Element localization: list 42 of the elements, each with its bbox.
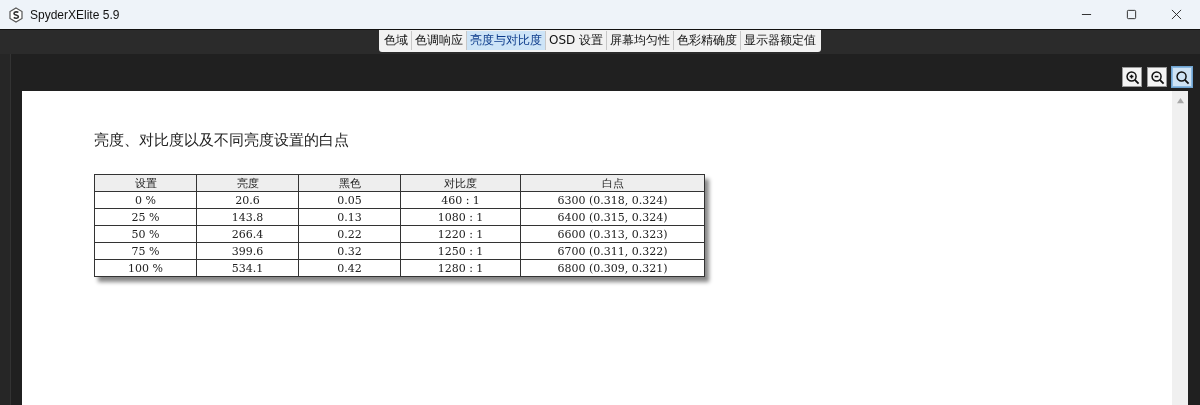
table-cell: 1280 : 1 xyxy=(400,259,521,277)
tab[interactable]: 色彩精确度 xyxy=(674,31,742,50)
column-header: 设置 xyxy=(94,174,197,192)
table-cell: 460 : 1 xyxy=(400,191,521,209)
table-cell: 1080 : 1 xyxy=(400,208,521,226)
zoom-out-icon[interactable] xyxy=(1147,67,1167,87)
table-cell: 6600 (0.313, 0.323) xyxy=(520,225,705,243)
tab[interactable]: 亮度与对比度 xyxy=(466,31,546,50)
table-cell: 143.8 xyxy=(196,208,299,226)
app-logo-icon xyxy=(8,6,24,23)
table-cell: 266.4 xyxy=(196,225,299,243)
table-cell: 1250 : 1 xyxy=(400,242,521,260)
tab[interactable]: 屏幕均匀性 xyxy=(607,31,675,50)
maximize-icon[interactable] xyxy=(1126,9,1137,20)
table-cell: 6400 (0.315, 0.324) xyxy=(520,208,705,226)
table-cell: 6800 (0.309, 0.321) xyxy=(520,259,705,277)
zoom-in-icon[interactable] xyxy=(1122,67,1142,87)
column-header: 白点 xyxy=(520,174,705,192)
column-header: 黑色 xyxy=(298,174,401,192)
table-cell: 0.42 xyxy=(298,259,401,277)
magnifier-icon[interactable] xyxy=(1172,67,1192,87)
table-cell: 6300 (0.318, 0.324) xyxy=(520,191,705,209)
scrollbar[interactable] xyxy=(1172,91,1188,405)
table-cell: 20.6 xyxy=(196,191,299,209)
table-cell: 0.22 xyxy=(298,225,401,243)
table-cell: 399.6 xyxy=(196,242,299,260)
table-cell: 25 % xyxy=(94,208,197,226)
table-cell: 50 % xyxy=(94,225,197,243)
table-cell: 0.13 xyxy=(298,208,401,226)
table-cell: 1220 : 1 xyxy=(400,225,521,243)
table-cell: 0 % xyxy=(94,191,197,209)
column-header: 亮度 xyxy=(196,174,299,192)
column-header: 对比度 xyxy=(400,174,521,192)
window-title: SpyderXElite 5.9 xyxy=(30,7,120,22)
table-cell: 75 % xyxy=(94,242,197,260)
table-cell: 6700 (0.311, 0.322) xyxy=(520,242,705,260)
close-icon[interactable] xyxy=(1171,9,1182,20)
table-cell: 0.32 xyxy=(298,242,401,260)
report-heading: 亮度、对比度以及不同亮度设置的白点 xyxy=(94,131,350,150)
table-cell: 534.1 xyxy=(196,259,299,277)
table-cell: 0.05 xyxy=(298,191,401,209)
table-cell: 100 % xyxy=(94,259,197,277)
